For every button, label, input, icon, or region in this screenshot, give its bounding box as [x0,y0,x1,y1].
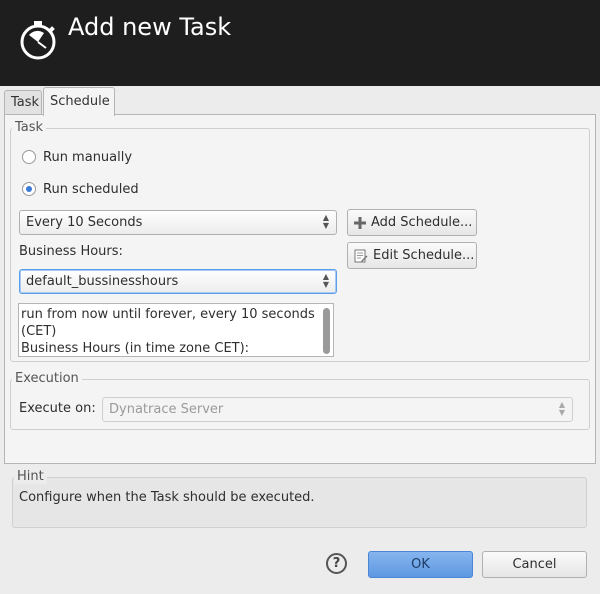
execute-on-label: Execute on: [19,401,96,416]
add-schedule-button[interactable]: Add Schedule... [347,209,477,236]
summary-line: (CET) [21,324,57,339]
plus-icon [354,216,366,229]
stopwatch-icon [20,21,56,60]
edit-schedule-icon [354,249,368,262]
run-scheduled-radio[interactable] [22,182,36,196]
run-manually-label: Run manually [43,149,133,165]
edit-schedule-label: Edit Schedule... [373,248,475,263]
business-hours-value: default_bussinesshours [26,274,179,289]
run-manually-option[interactable]: Run manually [22,148,132,166]
select-arrows-icon: ▲ ▼ [322,272,329,289]
business-hours-select[interactable]: default_bussinesshours ▲ ▼ [19,269,337,294]
dialog-header: Add new Task [0,0,600,86]
run-scheduled-option[interactable]: Run scheduled [22,180,139,198]
tab-task[interactable]: Task [4,90,42,116]
hint-text: Configure when the Task should be execut… [19,490,315,505]
ok-button[interactable]: OK [368,551,473,578]
task-group-legend: Task [12,120,47,135]
summary-line: Business Hours (in time zone CET): [21,341,250,356]
select-arrows-icon: ▲ ▼ [322,213,329,230]
add-schedule-label: Add Schedule... [371,215,473,230]
execute-on-select[interactable]: Dynatrace Server ▲ ▼ [102,397,573,422]
help-icon[interactable]: ? [326,553,347,574]
summary-scrollbar[interactable] [323,308,330,354]
schedule-select[interactable]: Every 10 Seconds ▲ ▼ [19,210,337,235]
dialog-title: Add new Task [68,13,232,41]
schedule-summary-text[interactable]: run from now until forever, every 10 sec… [18,303,334,357]
run-manually-radio[interactable] [22,150,36,164]
edit-schedule-button[interactable]: Edit Schedule... [347,242,477,269]
business-hours-label: Business Hours: [19,244,123,259]
select-arrows-icon: ▲ ▼ [558,400,565,417]
execute-on-value: Dynatrace Server [109,402,224,417]
cancel-button[interactable]: Cancel [482,551,587,578]
hint-legend: Hint [14,469,47,484]
execution-group-legend: Execution [12,371,82,386]
tab-schedule[interactable]: Schedule [43,87,115,116]
summary-line: run from now until forever, every 10 sec… [21,307,315,322]
run-scheduled-label: Run scheduled [43,181,139,197]
schedule-select-value: Every 10 Seconds [26,215,143,230]
